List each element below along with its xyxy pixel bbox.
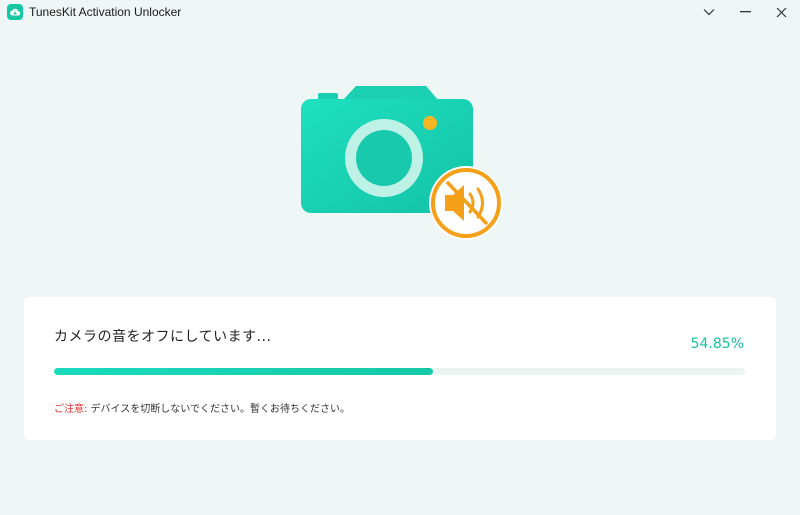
notice-message: ご注意: デバイスを切断しないでください。暫くお待ちください。 [54, 400, 350, 415]
close-button[interactable] [771, 2, 791, 22]
minimize-icon [739, 11, 751, 13]
title-bar: TunesKit Activation Unlocker [0, 0, 800, 24]
notice-text: デバイスを切断しないでください。暫くお待ちください。 [87, 404, 350, 415]
app-window: TunesKit Activation Unlocker カメラの音をオフにして… [0, 0, 800, 515]
menu-dropdown-button[interactable] [699, 2, 719, 22]
notice-label: ご注意: [54, 404, 88, 415]
progress-percent: 54.85% [690, 336, 744, 352]
minimize-button[interactable] [735, 2, 755, 22]
chevron-down-icon [703, 9, 715, 16]
progress-bar [54, 368, 745, 375]
close-icon [776, 7, 786, 17]
hero-illustration [298, 84, 508, 244]
cloud-icon [7, 4, 23, 20]
progress-bar-fill [54, 368, 433, 375]
status-message: カメラの音をオフにしています... [54, 329, 272, 345]
progress-card: カメラの音をオフにしています... 54.85% ご注意: デバイスを切断しない… [24, 297, 776, 440]
speaker-muted-icon [429, 166, 503, 240]
window-title: TunesKit Activation Unlocker [29, 5, 182, 19]
